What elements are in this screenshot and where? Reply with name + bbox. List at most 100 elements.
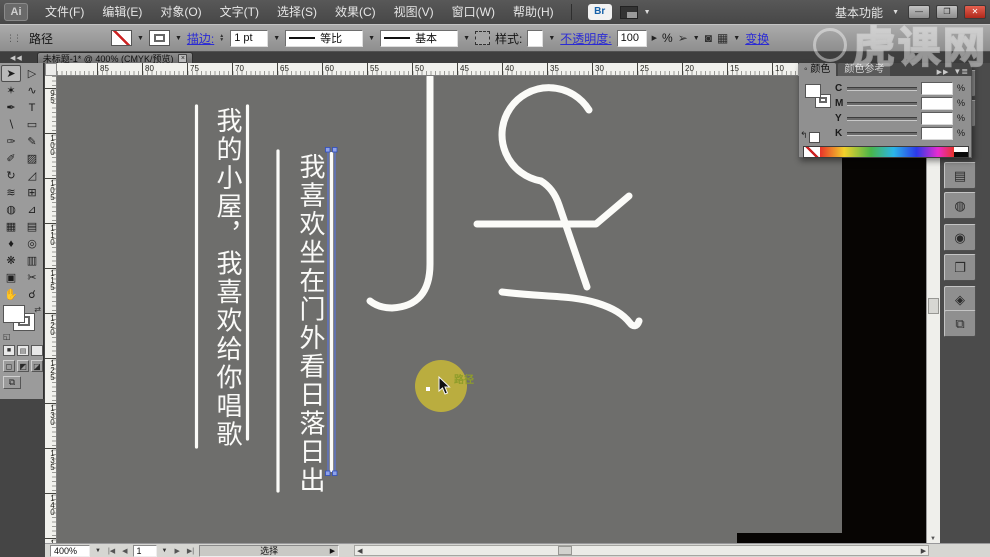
- workspace-switcher[interactable]: 基本功能: [835, 4, 883, 21]
- gamut-swatch[interactable]: [809, 132, 820, 143]
- layers-panel-icon[interactable]: ◈: [944, 286, 976, 313]
- menu-item-1[interactable]: 编辑(E): [93, 0, 151, 24]
- pencil-tool[interactable]: ✎: [22, 133, 42, 150]
- swap-fill-stroke-icon[interactable]: ⇄: [34, 305, 41, 314]
- chevron-down-icon[interactable]: ▼: [160, 548, 170, 554]
- scroll-right-icon[interactable]: ▶: [921, 547, 926, 555]
- paintbrush-tool[interactable]: ✑: [1, 133, 21, 150]
- chevron-down-icon[interactable]: ▼: [93, 548, 103, 554]
- menu-item-6[interactable]: 视图(V): [385, 0, 443, 24]
- bridge-button[interactable]: Br: [588, 4, 612, 20]
- eraser-tool[interactable]: ▨: [22, 150, 42, 167]
- figure-arm-path[interactable]: [477, 196, 629, 224]
- menu-item-3[interactable]: 文字(T): [211, 0, 268, 24]
- pen-tool[interactable]: ✒: [1, 99, 21, 116]
- tab-color[interactable]: ◦ 颜色: [798, 63, 836, 76]
- chevron-down-icon[interactable]: ▼: [463, 35, 470, 42]
- channel-slider[interactable]: [847, 132, 917, 136]
- chevron-down-icon[interactable]: ▼: [644, 9, 651, 16]
- fill-stroke-widget[interactable]: ⇄ ◱: [3, 305, 41, 341]
- fill-proxy[interactable]: [805, 84, 821, 98]
- lasso-tool[interactable]: ∿: [22, 82, 42, 99]
- draw-inside-button[interactable]: ◪: [31, 360, 43, 372]
- chevron-down-icon[interactable]: ▼: [733, 35, 740, 42]
- free-transform-tool[interactable]: ⊞: [22, 184, 42, 201]
- gradient-tool[interactable]: ▤: [22, 218, 42, 235]
- selected-path[interactable]: [326, 148, 338, 476]
- artboard-tool[interactable]: ▣: [1, 269, 21, 286]
- vertical-text-left[interactable]: 我的小屋，我喜欢给你唱歌: [213, 107, 243, 449]
- stroke-link[interactable]: 描边:: [187, 30, 214, 47]
- magic-wand-tool[interactable]: ✶: [1, 82, 21, 99]
- eyedropper-tool[interactable]: ♦: [1, 235, 21, 252]
- close-icon[interactable]: ×: [178, 54, 187, 63]
- menu-item-5[interactable]: 效果(C): [326, 0, 385, 24]
- transform-link[interactable]: 变换: [745, 30, 769, 47]
- horizontal-scrollbar-thumb[interactable]: [558, 546, 572, 555]
- first-artboard-button[interactable]: |◀: [106, 547, 117, 555]
- ruler-corner[interactable]: [45, 63, 57, 76]
- chevron-down-icon[interactable]: ▼: [273, 35, 280, 42]
- channel-value-field[interactable]: [921, 82, 953, 95]
- channel-value-field[interactable]: [921, 127, 953, 140]
- perspective-grid-tool[interactable]: ⊿: [22, 201, 42, 218]
- none-swatch[interactable]: [804, 147, 820, 157]
- vertical-ruler[interactable]: 95100105110115120125130135140145: [45, 76, 57, 543]
- menu-item-0[interactable]: 文件(F): [36, 0, 93, 24]
- line-tool[interactable]: ∖: [1, 116, 21, 133]
- artboard-number-field[interactable]: 1: [133, 545, 157, 557]
- slice-tool[interactable]: ✂: [22, 269, 42, 286]
- scale-tool[interactable]: ◿: [22, 167, 42, 184]
- selection-tool[interactable]: ➤: [1, 65, 21, 82]
- chevron-right-icon[interactable]: ▶: [652, 34, 657, 42]
- chevron-down-icon[interactable]: ▼: [368, 35, 375, 42]
- hand-tool[interactable]: ✋: [1, 286, 21, 303]
- next-artboard-button[interactable]: ▶: [173, 547, 182, 555]
- tab-color-guide[interactable]: 颜色参考: [838, 63, 890, 76]
- grip-handle-icon[interactable]: ⋮⋮: [6, 33, 20, 44]
- none-button[interactable]: [31, 345, 43, 356]
- chevron-down-icon[interactable]: ▼: [548, 35, 555, 42]
- horizontal-scrollbar[interactable]: ◀ ▶: [354, 545, 929, 556]
- figure-head-body-path[interactable]: [502, 88, 589, 287]
- width-profile-select[interactable]: 等比: [285, 30, 363, 47]
- channel-slider[interactable]: [847, 102, 917, 106]
- artboards-panel-icon[interactable]: ⧉: [944, 310, 976, 337]
- graphic-styles-panel-icon[interactable]: ❐: [944, 254, 976, 281]
- select-similar-icon[interactable]: ➢: [678, 31, 688, 45]
- width-tool[interactable]: ≋: [1, 184, 21, 201]
- arrange-documents-icon[interactable]: [620, 6, 638, 19]
- fill-color-swatch[interactable]: [111, 30, 132, 46]
- spectrum-gradient[interactable]: [820, 147, 954, 157]
- default-fill-stroke-icon[interactable]: ◱: [3, 332, 11, 341]
- channel-value-field[interactable]: [921, 112, 953, 125]
- vertical-scrollbar-thumb[interactable]: [928, 298, 939, 314]
- chevron-down-icon[interactable]: ▼: [892, 9, 899, 16]
- status-display-field[interactable]: 选择 ▶: [199, 545, 339, 557]
- blend-tool[interactable]: ◎: [22, 235, 42, 252]
- prev-artboard-button[interactable]: ◀: [120, 547, 129, 555]
- collapse-panel-icon[interactable]: ◀◀: [10, 54, 23, 62]
- style-select[interactable]: [527, 30, 543, 47]
- channel-slider[interactable]: [847, 87, 917, 91]
- chevron-down-icon[interactable]: ▼: [137, 35, 144, 42]
- canvas[interactable]: 我的小屋，我喜欢给你唱歌 我喜欢坐在门外看日落日出 路径: [57, 76, 926, 543]
- scroll-left-icon[interactable]: ◀: [357, 547, 362, 555]
- opacity-link[interactable]: 不透明度:: [560, 30, 611, 47]
- close-button[interactable]: ✕: [964, 5, 986, 19]
- recolor-artwork-icon[interactable]: [475, 31, 490, 45]
- column-graph-tool[interactable]: ▥: [22, 252, 42, 269]
- gradient-panel-icon[interactable]: ▤: [944, 162, 976, 189]
- j-stroke-path[interactable]: [370, 77, 430, 308]
- chevron-right-icon[interactable]: ▶: [330, 547, 335, 555]
- recolor-icon[interactable]: ◙: [705, 31, 712, 45]
- white-black-swatches[interactable]: [954, 147, 968, 157]
- document-tab[interactable]: 未标题-1* @ 400% (CMYK/预览) ×: [37, 52, 194, 63]
- menu-item-2[interactable]: 对象(O): [151, 0, 210, 24]
- panel-menu-icon[interactable]: ▼≣: [953, 67, 968, 76]
- last-artboard-button[interactable]: ▶|: [185, 547, 196, 555]
- draw-normal-button[interactable]: ◻: [3, 360, 15, 372]
- type-tool[interactable]: T: [22, 99, 42, 116]
- channel-value-field[interactable]: [921, 97, 953, 110]
- chevron-down-icon[interactable]: ▼: [693, 35, 700, 42]
